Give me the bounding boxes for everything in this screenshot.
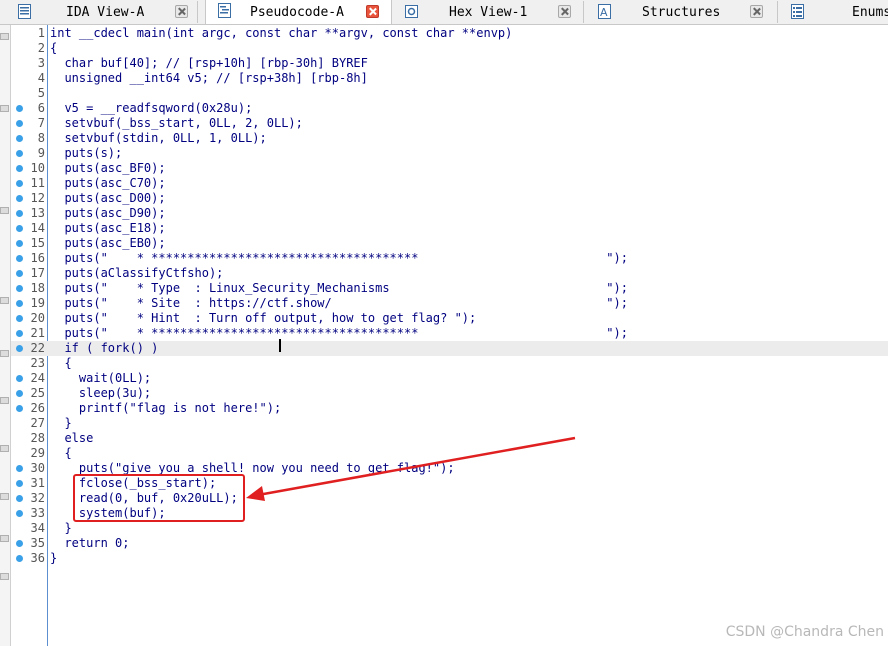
watermark: CSDN @Chandra Chen (725, 624, 884, 640)
annotation-arrow (246, 436, 576, 501)
